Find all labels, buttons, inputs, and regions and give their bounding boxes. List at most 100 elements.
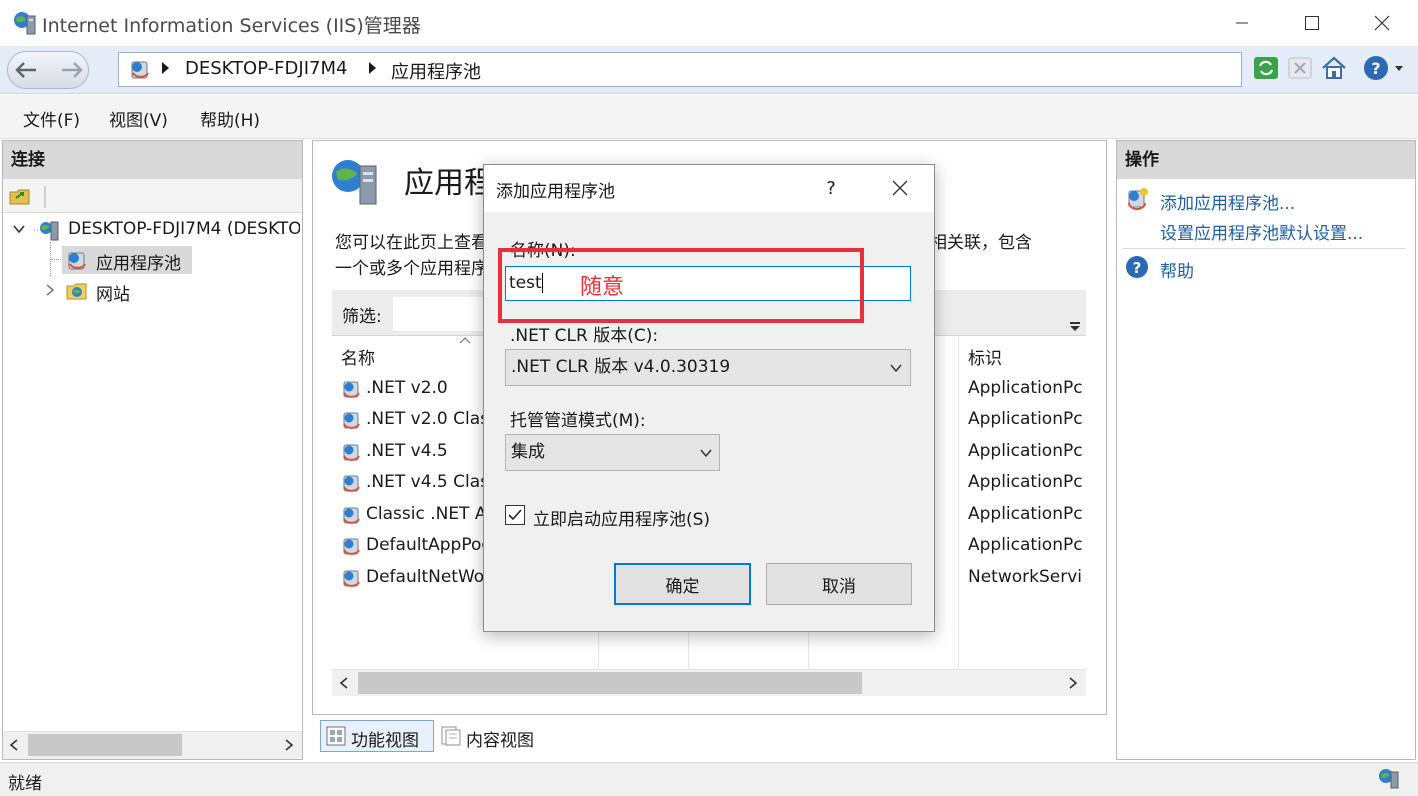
svg-text:?: ? (1371, 59, 1380, 78)
action-add-app-pool[interactable]: 添加应用程序池... (1160, 189, 1295, 214)
tab-features-view-label: 功能视图 (351, 731, 419, 751)
row-identity: ApplicationPc (968, 441, 1083, 461)
pipeline-mode-value: 集成 (511, 442, 545, 462)
row-name: .NET v2.0 Classic (366, 409, 484, 429)
breadcrumb-server[interactable]: DESKTOP-FDJI7M4 (185, 58, 347, 79)
app-pool-icon (128, 57, 152, 81)
tab-content-view[interactable]: 内容视图 (466, 726, 534, 751)
pipeline-mode-select[interactable]: 集成 (505, 434, 720, 471)
network-status-icon (1376, 766, 1402, 792)
breadcrumb-app-pools[interactable]: 应用程序池 (391, 58, 481, 84)
iis-app-icon (12, 10, 38, 36)
minimize-icon (1236, 22, 1248, 24)
menu-help[interactable]: 帮助(H) (200, 106, 260, 131)
chevron-right-icon[interactable] (1067, 676, 1079, 690)
annotation-text: 随意 (580, 275, 625, 300)
close-window-button[interactable] (1348, 0, 1416, 46)
content-view-icon (440, 725, 462, 747)
row-identity: ApplicationPc (968, 409, 1083, 429)
tree-item-sites[interactable]: 网站 (96, 280, 130, 305)
column-header-identity[interactable]: 标识 (968, 344, 1002, 369)
status-bar (0, 762, 1418, 796)
add-app-pool-dialog (483, 164, 935, 632)
stop-button[interactable] (1286, 54, 1314, 82)
home-button[interactable] (1320, 54, 1348, 82)
row-name: .NET v2.0 (366, 378, 448, 398)
home-icon (1322, 56, 1346, 79)
back-arrow-icon (15, 62, 36, 78)
chevron-left-icon[interactable] (338, 676, 350, 690)
filter-options-icon[interactable] (1068, 320, 1082, 332)
features-view-icon (325, 725, 347, 747)
row-name: DefaultNetWorkAppPool (366, 567, 484, 587)
help-icon: ? (1125, 255, 1149, 279)
maximize-button[interactable] (1278, 0, 1346, 46)
row-identity: ApplicationPc (968, 472, 1083, 492)
forward-button[interactable] (58, 58, 86, 82)
maximize-icon (1305, 16, 1319, 30)
chevron-down-icon (889, 362, 903, 374)
actions-divider (1122, 248, 1406, 249)
help-dropdown-button[interactable]: ? (1362, 54, 1408, 82)
clr-version-label: .NET CLR 版本(C): (510, 326, 659, 346)
forward-arrow-icon (62, 62, 83, 78)
checkmark-icon (508, 509, 522, 521)
annotation-highlight-box (498, 248, 864, 323)
connect-icon[interactable] (8, 184, 32, 208)
app-pool-icon (65, 248, 89, 272)
add-app-pool-icon (1124, 186, 1150, 212)
breadcrumb-separator-icon (162, 62, 169, 74)
app-pool-icon (340, 409, 362, 431)
minimize-button[interactable] (1208, 0, 1276, 46)
start-immediately-label: 立即启动应用程序池(S) (533, 510, 711, 530)
status-text: 就绪 (8, 774, 42, 794)
row-name: .NET v4.5 (366, 441, 448, 461)
row-identity: ApplicationPc (968, 535, 1083, 555)
app-pools-large-icon (328, 154, 380, 206)
column-header-name[interactable]: 名称 (341, 344, 375, 369)
chevron-down-icon[interactable] (12, 222, 26, 236)
sites-folder-icon (65, 279, 89, 303)
help-icon: ? (1364, 56, 1403, 80)
clr-version-value: .NET CLR 版本 v4.0.30319 (511, 357, 731, 377)
refresh-button[interactable] (1252, 54, 1280, 82)
pipeline-mode-label: 托管管道模式(M): (510, 411, 646, 431)
row-identity: ApplicationPc (968, 378, 1083, 398)
filter-label: 筛选: (342, 307, 382, 327)
start-immediately-checkbox[interactable] (505, 505, 525, 525)
action-help[interactable]: 帮助 (1160, 257, 1194, 282)
app-pool-icon (340, 535, 362, 557)
app-pool-icon (340, 504, 362, 526)
tree-item-app-pools-label: 应用程序池 (96, 254, 181, 274)
back-button[interactable] (12, 58, 40, 82)
app-pool-icon (340, 472, 362, 494)
stop-icon (1288, 57, 1312, 79)
ok-button[interactable]: 确定 (614, 563, 751, 605)
refresh-icon (1254, 57, 1278, 79)
tree-item-server[interactable]: DESKTOP-FDJI7M4 (DESKTOP (68, 219, 300, 239)
action-set-app-pool-defaults[interactable]: 设置应用程序池默认设置... (1160, 219, 1363, 244)
dialog-close-button[interactable] (882, 170, 918, 206)
menu-view[interactable]: 视图(V) (109, 106, 168, 131)
close-icon (892, 180, 908, 196)
actions-header: 操作 (1117, 141, 1415, 179)
breadcrumb-separator-icon (369, 62, 376, 74)
clr-version-select[interactable]: .NET CLR 版本 v4.0.30319 (505, 349, 911, 386)
toolbar-divider (44, 186, 46, 208)
row-identity: ApplicationPc (968, 504, 1083, 524)
dialog-help-button[interactable]: ? (814, 168, 848, 208)
svg-text:?: ? (1133, 259, 1142, 277)
row-name: DefaultAppPool (366, 535, 484, 555)
close-icon (1374, 15, 1390, 31)
app-pool-icon (340, 567, 362, 589)
chevron-down-icon (699, 447, 713, 459)
scrollbar-thumb[interactable] (28, 734, 182, 756)
row-identity: NetworkServi (968, 567, 1083, 587)
cancel-button[interactable]: 取消 (766, 563, 912, 605)
chevron-right-icon[interactable] (44, 283, 56, 297)
row-name: Classic .NET AppPool (366, 504, 484, 524)
menu-file[interactable]: 文件(F) (23, 106, 80, 131)
chevron-right-icon[interactable] (283, 738, 295, 752)
scrollbar-thumb[interactable] (358, 672, 862, 694)
chevron-left-icon[interactable] (8, 738, 20, 752)
